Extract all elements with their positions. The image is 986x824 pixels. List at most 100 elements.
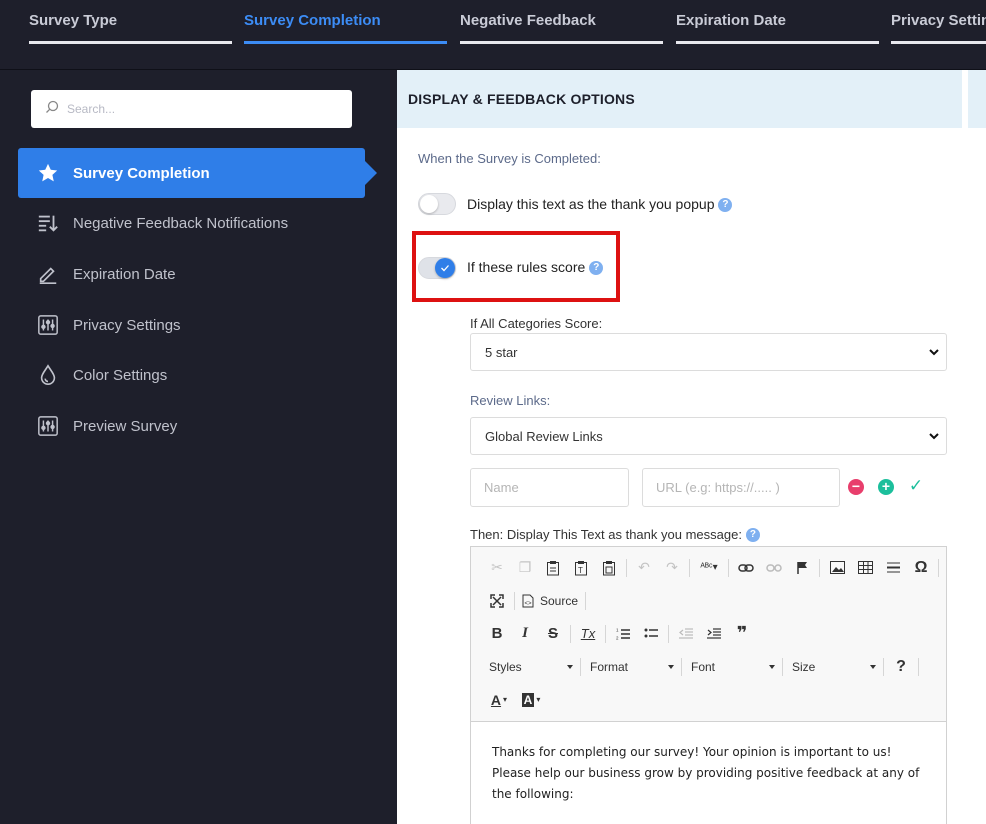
source-icon: <> <box>522 594 534 607</box>
toolbar-separator <box>626 558 627 577</box>
sidebar-item-label: Survey Completion <box>73 164 210 182</box>
undo-icon[interactable]: ↶ <box>630 556 658 580</box>
sidebar-item-negative-feedback[interactable]: Negative Feedback Notifications <box>18 198 365 248</box>
check-icon <box>441 265 449 272</box>
copy-icon[interactable]: ❐ <box>511 556 539 580</box>
help-icon[interactable]: ? <box>589 261 604 275</box>
sidebar-item-label: Privacy Settings <box>73 316 181 334</box>
paste-icon[interactable] <box>539 556 567 580</box>
tab-expiration-date[interactable]: Expiration Date <box>676 12 879 44</box>
name-field[interactable] <box>470 468 629 507</box>
name-input[interactable] <box>484 480 628 495</box>
tab-survey-completion[interactable]: Survey Completion <box>244 12 447 44</box>
font-dropdown[interactable]: Font <box>685 655 779 679</box>
svg-text:2: 2 <box>616 636 619 641</box>
anchor-flag-icon[interactable] <box>788 556 816 580</box>
indent-icon[interactable] <box>700 622 728 646</box>
tab-negative-feedback[interactable]: Negative Feedback <box>460 12 663 44</box>
strikethrough-button[interactable]: S <box>539 622 567 646</box>
outdent-icon[interactable] <box>672 622 700 646</box>
editor-toolbar-row-1: ✂ ❐ T ↶ ↷ ᴬᴮᶜ▾ Ω <box>471 551 946 584</box>
pencil-icon <box>36 262 60 286</box>
rules-score-toggle[interactable] <box>418 257 456 279</box>
remove-link-button[interactable]: − <box>848 479 864 495</box>
toolbar-separator <box>570 624 571 643</box>
help-icon[interactable]: ? <box>745 528 760 542</box>
sidebar-item-color-settings[interactable]: Color Settings <box>18 350 365 400</box>
sidebar-item-privacy-settings[interactable]: Privacy Settings <box>18 300 365 350</box>
chevron-down-icon: ▾ <box>503 695 508 704</box>
numbered-list-icon[interactable]: 12 <box>609 622 637 646</box>
toolbar-separator <box>918 657 919 676</box>
thank-you-message-label: Then: Display This Text as thank you mes… <box>470 527 742 542</box>
thank-you-message-label-row: Then: Display This Text as thank you mes… <box>470 527 760 542</box>
search-box[interactable] <box>31 90 352 128</box>
review-links-select[interactable]: Global Review Links <box>470 417 947 455</box>
rules-score-label: If these rules score <box>467 259 586 275</box>
image-icon[interactable] <box>823 556 851 580</box>
paste-text-icon[interactable]: T <box>567 556 595 580</box>
italic-button[interactable]: I <box>511 622 539 646</box>
redo-icon[interactable]: ↷ <box>658 556 686 580</box>
toolbar-separator <box>728 558 729 577</box>
font-label: Font <box>691 659 716 674</box>
unlink-icon[interactable] <box>760 556 788 580</box>
blockquote-icon[interactable]: ❞ <box>728 622 756 646</box>
chevron-down-icon <box>567 664 573 669</box>
categories-select[interactable]: 5 star <box>470 333 947 371</box>
add-link-button[interactable]: + <box>878 479 894 495</box>
cut-icon[interactable]: ✂ <box>483 556 511 580</box>
tab-survey-type[interactable]: Survey Type <box>29 12 232 44</box>
table-icon[interactable] <box>851 556 879 580</box>
toolbar-separator <box>580 657 581 676</box>
sidebar-item-preview-survey[interactable]: Preview Survey <box>18 401 365 451</box>
text-color-button[interactable]: A ▾ <box>483 688 515 712</box>
format-dropdown[interactable]: Format <box>584 655 678 679</box>
toolbar-separator <box>605 624 606 643</box>
toolbar-separator <box>689 558 690 577</box>
rules-score-option: If these rules score? <box>467 259 604 275</box>
bold-button[interactable]: B <box>483 622 511 646</box>
url-field[interactable] <box>642 468 840 507</box>
styles-dropdown[interactable]: Styles <box>483 655 577 679</box>
confirm-link-button[interactable]: ✓ <box>908 477 924 494</box>
toolbar-separator <box>819 558 820 577</box>
panel-header-edge <box>968 70 986 128</box>
toolbar-separator <box>514 591 515 610</box>
toolbar-separator <box>681 657 682 676</box>
editor-toolbar-row-4: Styles Format Font Size ? <box>471 650 946 683</box>
paste-word-icon[interactable] <box>595 556 623 580</box>
bullet-list-icon[interactable] <box>637 622 665 646</box>
chevron-down-icon <box>769 664 775 669</box>
size-label: Size <box>792 659 816 674</box>
bg-color-button[interactable]: A ▾ <box>515 688 547 712</box>
size-dropdown[interactable]: Size <box>786 655 880 679</box>
text-color-icon: A <box>490 691 502 708</box>
categories-label: If All Categories Score: <box>470 316 603 331</box>
chevron-down-icon: ▾ <box>536 695 541 704</box>
maximize-icon[interactable] <box>483 589 511 613</box>
spellcheck-icon[interactable]: ᴬᴮᶜ▾ <box>693 556 725 580</box>
link-icon[interactable] <box>732 556 760 580</box>
source-label: Source <box>540 593 579 608</box>
svg-text:T: T <box>578 566 583 575</box>
source-button[interactable]: <> Source <box>518 594 582 608</box>
special-char-icon[interactable]: Ω <box>907 556 935 580</box>
horizontal-rule-icon[interactable] <box>879 556 907 580</box>
sidebar-item-label: Color Settings <box>73 366 168 384</box>
sidebar-item-expiration-date[interactable]: Expiration Date <box>18 249 365 299</box>
tab-privacy-settings[interactable]: Privacy Settings <box>891 12 986 44</box>
thank-you-popup-toggle[interactable] <box>418 193 456 215</box>
search-icon <box>45 100 59 119</box>
sidebar: Survey Completion Negative Feedback Noti… <box>0 70 397 824</box>
help-icon[interactable]: ? <box>718 198 733 212</box>
search-input[interactable] <box>67 102 327 116</box>
sidebar-item-survey-completion[interactable]: Survey Completion <box>18 148 377 198</box>
sliders-icon <box>36 414 60 438</box>
toolbar-separator <box>782 657 783 676</box>
editor-content[interactable]: Thanks for completing our survey! Your o… <box>471 721 946 824</box>
help-icon[interactable]: ? <box>887 655 915 679</box>
sidebar-item-label: Preview Survey <box>73 417 178 435</box>
remove-format-button[interactable]: Tx <box>574 622 602 646</box>
url-input[interactable] <box>656 480 839 495</box>
